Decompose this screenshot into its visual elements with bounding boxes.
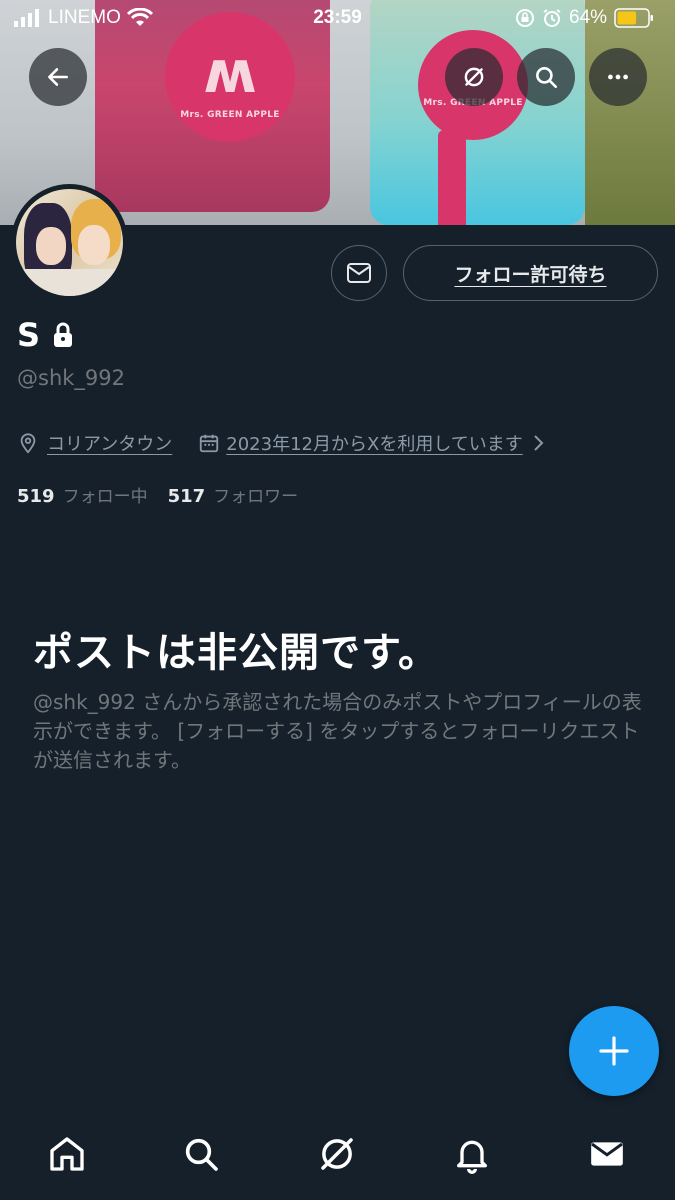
- alarm-icon: [543, 9, 561, 27]
- battery-percent: 64%: [569, 7, 608, 28]
- display-name: S: [17, 316, 41, 354]
- straw: [438, 130, 466, 225]
- follow-pending-button[interactable]: フォロー許可待ち: [403, 245, 658, 301]
- compose-post-button[interactable]: [569, 1006, 659, 1096]
- status-bar-right: 64%: [515, 7, 654, 29]
- avatar-clothes: [16, 269, 123, 296]
- grok-icon: [464, 67, 484, 87]
- home-icon: [50, 1137, 84, 1171]
- tab-search[interactable]: [179, 1132, 223, 1176]
- message-button[interactable]: [331, 245, 387, 301]
- private-posts-title: ポストは非公開です。: [33, 630, 439, 676]
- more-icon: [608, 74, 628, 80]
- envelope-icon: [591, 1142, 623, 1166]
- rotation-lock-icon: [516, 9, 534, 27]
- location-pin-icon: [20, 433, 36, 454]
- banner-background-foliage: [585, 0, 675, 225]
- more-button[interactable]: [589, 48, 647, 106]
- chevron-right-icon[interactable]: [531, 433, 545, 453]
- logo-mark: ʍ: [203, 38, 257, 106]
- logo-text: Mrs. GREEN APPLE: [180, 110, 280, 120]
- following-label: フォロー中: [62, 487, 148, 507]
- lock-icon: [54, 322, 73, 347]
- grok-button[interactable]: [445, 48, 503, 106]
- tab-grok[interactable]: [315, 1132, 359, 1176]
- bottom-tab-bar: [0, 1110, 675, 1200]
- bell-icon: [457, 1140, 487, 1174]
- following-count: 519: [17, 486, 55, 507]
- calendar-icon: [200, 434, 219, 453]
- tab-messages[interactable]: [585, 1132, 629, 1176]
- display-name-row: S: [17, 316, 74, 354]
- grok-icon: [321, 1138, 353, 1170]
- battery-icon: [614, 8, 654, 28]
- followers-count: 517: [167, 486, 206, 507]
- location-link[interactable]: コリアンタウン: [47, 430, 172, 456]
- follow-counts: 519 フォロー中 517 フォロワー: [17, 482, 298, 507]
- joined-date-link[interactable]: 2023年12月からXを利用しています: [226, 430, 523, 456]
- search-icon: [536, 67, 558, 89]
- search-icon: [185, 1138, 218, 1171]
- private-posts-description: @shk_992 さんから承認された場合のみポストやプロフィールの表示ができます…: [33, 690, 642, 772]
- tab-home[interactable]: [45, 1132, 89, 1176]
- profile-meta-row: コリアンタウン 2023年12月からXを利用しています: [17, 430, 545, 456]
- avatar[interactable]: [16, 189, 123, 296]
- following-count-link[interactable]: 519 フォロー中: [17, 482, 148, 507]
- profile-banner[interactable]: ʍ Mrs. GREEN APPLE Mrs. GREEN APPLE: [0, 0, 675, 225]
- back-button[interactable]: [29, 48, 87, 106]
- tab-notifications[interactable]: [450, 1132, 494, 1176]
- followers-count-link[interactable]: 517 フォロワー: [168, 482, 299, 507]
- envelope-icon: [347, 263, 371, 283]
- arrow-left-icon: [48, 68, 68, 86]
- followers-label: フォロワー: [213, 487, 299, 507]
- search-button[interactable]: [517, 48, 575, 106]
- avatar-face-right: [78, 225, 110, 265]
- plus-icon: [599, 1036, 629, 1066]
- handle: @shk_992: [17, 366, 125, 390]
- avatar-face-left: [36, 227, 66, 265]
